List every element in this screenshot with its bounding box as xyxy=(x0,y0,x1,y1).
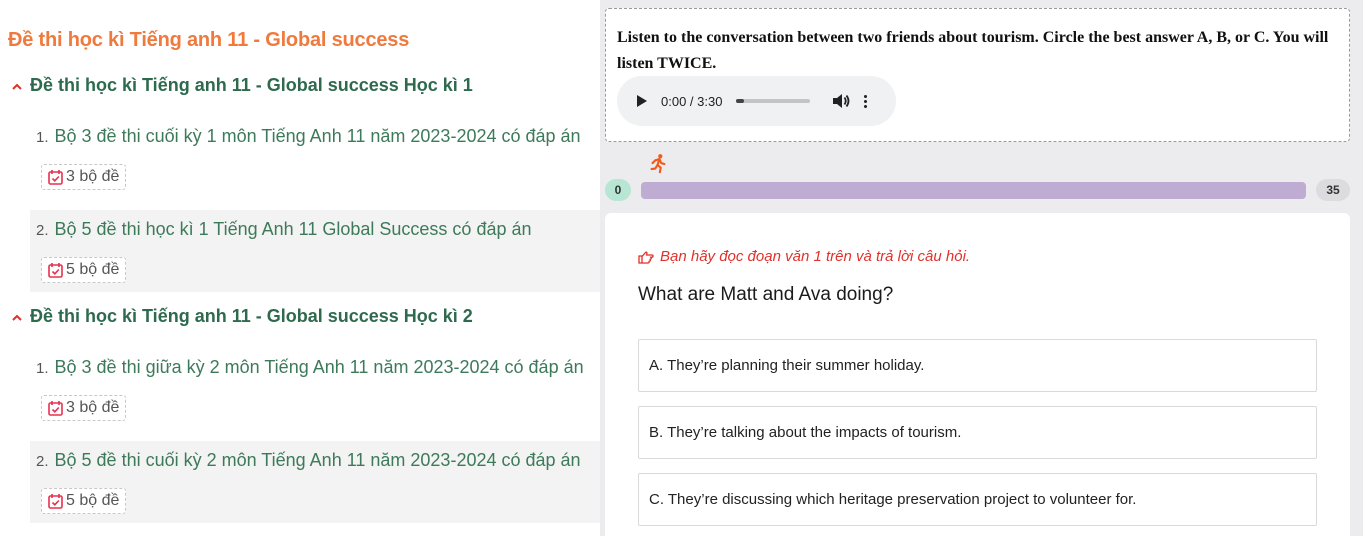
progress-start-count: 0 xyxy=(605,179,631,201)
question-text: What are Matt and Ava doing? xyxy=(638,284,894,305)
listening-instruction: Listen to the conversation between two f… xyxy=(617,29,1329,72)
exam-link[interactable]: 1. Bộ 3 đề thi giữa kỳ 2 môn Tiếng Anh 11… xyxy=(36,357,584,378)
item-number: 2. xyxy=(36,453,49,470)
exam-link[interactable]: 2. Bộ 5 đề thi học kì 1 Tiếng Anh 11 Glob… xyxy=(36,219,532,240)
audio-player[interactable]: 0:00 / 3:30 xyxy=(617,76,896,126)
audio-seek-fill xyxy=(736,99,745,103)
list-item[interactable]: 2. Bộ 5 đề thi học kì 1 Tiếng Anh 11 Glob… xyxy=(30,210,600,292)
section-heading: Đề thi học kì Tiếng anh 11 - Global succ… xyxy=(30,306,473,326)
listening-box: Listen to the conversation between two f… xyxy=(605,8,1350,142)
item-title: Bộ 3 đề thi giữa kỳ 2 môn Tiếng Anh 11 n… xyxy=(54,357,584,377)
progress-bar xyxy=(641,182,1306,199)
section-heading: Đề thi học kì Tiếng anh 11 - Global succ… xyxy=(30,75,473,95)
item-title: Bộ 5 đề thi học kì 1 Tiếng Anh 11 Global… xyxy=(54,219,532,239)
calendar-check-icon xyxy=(48,170,63,185)
reading-hint: Bạn hãy đọc đoạn văn 1 trên và trả lời c… xyxy=(638,248,970,265)
volume-icon[interactable] xyxy=(832,93,850,109)
page-title: Đề thi học kì Tiếng anh 11 - Global succ… xyxy=(8,29,410,51)
item-number: 1. xyxy=(36,129,49,146)
answer-option-a[interactable]: A. They’re planning their summer holiday… xyxy=(638,339,1317,392)
exam-count-badge[interactable]: 5 bộ đề xyxy=(41,488,127,514)
list-item[interactable]: 1. Bộ 3 đề thi giữa kỳ 2 môn Tiếng Anh 11… xyxy=(30,349,600,433)
exam-count-badge[interactable]: 5 bộ đề xyxy=(41,257,127,283)
exam-count-badge[interactable]: 3 bộ đề xyxy=(41,164,127,190)
play-icon[interactable] xyxy=(637,95,647,107)
question-card: Bạn hãy đọc đoạn văn 1 trên và trả lời c… xyxy=(605,213,1350,536)
exam-link[interactable]: 2. Bộ 5 đề thi cuối kỳ 2 môn Tiếng Anh 11… xyxy=(36,450,581,471)
exam-link[interactable]: 1. Bộ 3 đề thi cuối kỳ 1 môn Tiếng Anh 11… xyxy=(36,126,581,147)
item-title: Bộ 5 đề thi cuối kỳ 2 môn Tiếng Anh 11 n… xyxy=(54,450,581,470)
badge-label: 3 bộ đề xyxy=(66,168,120,185)
badge-label: 5 bộ đề xyxy=(66,492,120,509)
answer-option-b[interactable]: B. They’re talking about the impacts of … xyxy=(638,406,1317,459)
audio-seek-slider[interactable] xyxy=(736,99,811,103)
quiz-progress: 0 35 xyxy=(605,179,1350,201)
more-options-icon[interactable] xyxy=(864,94,868,108)
item-number: 1. xyxy=(36,360,49,377)
section-header-semester-1[interactable]: Đề thi học kì Tiếng anh 11 - Global succ… xyxy=(12,75,473,96)
badge-label: 3 bộ đề xyxy=(66,399,120,416)
calendar-check-icon xyxy=(48,401,63,416)
chevron-up-icon xyxy=(12,79,30,94)
chevron-up-icon xyxy=(12,310,30,325)
hint-text: Bạn hãy đọc đoạn văn 1 trên và trả lời c… xyxy=(660,248,971,265)
item-number: 2. xyxy=(36,222,49,239)
calendar-check-icon xyxy=(48,263,63,278)
runner-icon xyxy=(650,154,666,174)
answer-option-c[interactable]: C. They’re discussing which heritage pre… xyxy=(638,473,1317,526)
audio-time: 0:00 / 3:30 xyxy=(661,93,723,109)
exam-count-badge[interactable]: 3 bộ đề xyxy=(41,395,127,421)
badge-label: 5 bộ đề xyxy=(66,261,120,278)
item-title: Bộ 3 đề thi cuối kỳ 1 môn Tiếng Anh 11 n… xyxy=(54,126,581,146)
exam-list-panel: Đề thi học kì Tiếng anh 11 - Global succ… xyxy=(0,0,600,536)
list-item[interactable]: 1. Bộ 3 đề thi cuối kỳ 1 môn Tiếng Anh 11… xyxy=(30,118,600,202)
section-header-semester-2[interactable]: Đề thi học kì Tiếng anh 11 - Global succ… xyxy=(12,306,473,327)
hand-pointing-icon xyxy=(638,250,654,264)
calendar-check-icon xyxy=(48,494,63,509)
list-item[interactable]: 2. Bộ 5 đề thi cuối kỳ 2 môn Tiếng Anh 11… xyxy=(30,441,600,523)
progress-total-count: 35 xyxy=(1316,179,1350,201)
